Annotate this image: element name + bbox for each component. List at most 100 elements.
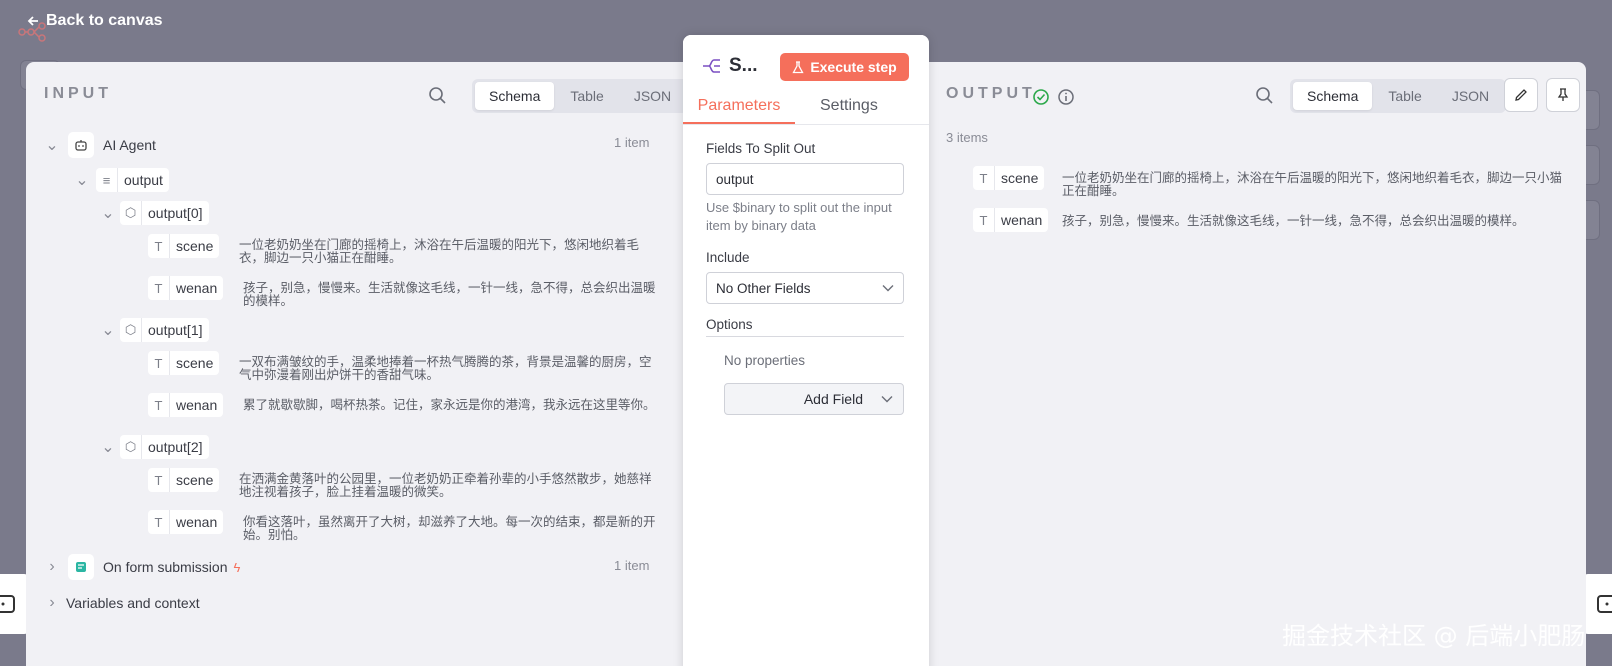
pin-data-button[interactable] — [1546, 78, 1580, 112]
tree-node-variables[interactable]: › Variables and context — [46, 594, 199, 611]
execute-step-label: Execute step — [810, 59, 897, 75]
tree-node-ai-agent[interactable]: ⌄ AI Agent — [45, 132, 156, 158]
field-value: 一位老奶奶坐在门廊的摇椅上，沐浴在午后温暖的阳光下，悠闲地织着毛衣，脚边一只小猫… — [239, 238, 640, 265]
cube-icon: ⬡ — [120, 435, 142, 459]
fields-to-split-label: Fields To Split Out — [706, 141, 816, 156]
text-type-icon: T — [148, 468, 170, 492]
chevron-right-icon[interactable]: › — [46, 558, 58, 575]
field-name: wenan — [1001, 212, 1043, 228]
input-tab-table[interactable]: Table — [556, 82, 617, 110]
item-count: 1 item — [614, 558, 650, 573]
robot-icon — [68, 132, 94, 158]
chevron-down-icon[interactable]: ⌄ — [45, 137, 58, 154]
tree-field-output[interactable]: ⌄ ≡ output — [75, 168, 169, 192]
input-tab-json[interactable]: JSON — [620, 82, 685, 110]
tree-field-wenan[interactable]: Twenan — [148, 510, 224, 534]
flask-icon — [792, 60, 804, 73]
output-tab-table[interactable]: Table — [1374, 82, 1435, 110]
output-field-scene[interactable]: Tscene — [973, 166, 1045, 190]
tree-node-on-form-submission[interactable]: › On form submission ϟ — [46, 554, 240, 580]
lightning-icon: ϟ — [233, 559, 241, 575]
text-type-icon: T — [148, 351, 170, 375]
field-name: wenan — [176, 514, 218, 530]
field-value: 在洒满金黄落叶的公园里，一位老奶奶正牵着孙辈的小手悠然散步，她慈祥地注视着孩子，… — [239, 472, 652, 499]
text-type-icon: T — [973, 166, 995, 190]
pin-icon — [1557, 88, 1569, 101]
tree-field-scene[interactable]: Tscene — [148, 234, 220, 258]
success-check-icon — [1033, 89, 1049, 105]
output-view-switcher: Schema Table JSON — [1290, 79, 1507, 113]
text-type-icon: T — [973, 208, 995, 232]
field-name: scene — [176, 472, 214, 488]
chevron-down-icon[interactable]: ⌄ — [75, 172, 88, 189]
tree-field-output-1[interactable]: ⌄ ⬡ output[1] — [101, 318, 209, 342]
list-icon: ≡ — [96, 168, 118, 192]
field-pill: Tscene — [148, 468, 220, 492]
node-title[interactable]: S... — [729, 55, 758, 77]
no-properties-text: No properties — [724, 353, 806, 368]
cube-icon: ⬡ — [120, 201, 142, 225]
field-value: 孩子，别急，慢慢来。生活就像这毛线，一针一线，急不得，总会织出温暖的模样。 — [1062, 214, 1525, 228]
info-icon[interactable] — [1056, 87, 1076, 107]
tree-field-wenan[interactable]: Twenan — [148, 393, 224, 417]
input-panel: INPUT Schema Table JSON ⌄ AI Agent 1 ite… — [26, 62, 689, 666]
fields-to-split-input[interactable]: output — [706, 163, 904, 195]
include-select[interactable]: No Other Fields — [706, 272, 904, 304]
output-tab-schema[interactable]: Schema — [1293, 82, 1373, 110]
edit-output-button[interactable] — [1504, 78, 1538, 112]
output-field-wenan[interactable]: Twenan — [973, 208, 1049, 232]
field-name: scene — [176, 238, 214, 254]
execute-step-button[interactable]: Execute step — [780, 53, 909, 81]
field-pill: ⬡ output[1] — [120, 318, 209, 342]
output-tab-json[interactable]: JSON — [1438, 82, 1503, 110]
tree-node-label: On form submission — [103, 559, 228, 575]
options-divider — [706, 336, 904, 337]
field-name: output[1] — [148, 322, 203, 338]
search-icon[interactable] — [428, 86, 448, 106]
field-value: 累了就歇歇脚，喝杯热茶。记住，家永远是你的港湾，我永远在这里等你。 — [243, 398, 656, 412]
input-tab-schema[interactable]: Schema — [475, 82, 555, 110]
chevron-down-icon[interactable]: ⌄ — [101, 439, 114, 456]
add-field-button[interactable]: Add Field — [724, 383, 904, 415]
fields-hint: Use $binary to split out the input item … — [706, 200, 892, 233]
robot-icon — [1597, 595, 1612, 613]
tree-field-scene[interactable]: Tscene — [148, 351, 220, 375]
field-pill: Twenan — [148, 510, 224, 534]
fields-to-split-value: output — [716, 171, 754, 187]
tree-field-wenan[interactable]: Twenan — [148, 276, 224, 300]
node-parameters-body: Fields To Split Out output Use $binary t… — [683, 124, 929, 666]
text-type-icon: T — [148, 510, 170, 534]
chevron-right-icon[interactable]: › — [46, 594, 58, 611]
input-view-switcher: Schema Table JSON — [472, 79, 689, 113]
node-header: S... Execute step Parameters Settings — [683, 35, 929, 124]
field-name: output[2] — [148, 439, 203, 455]
field-pill: Tscene — [148, 351, 220, 375]
back-to-canvas-link[interactable]: Back to canvas — [26, 12, 163, 30]
field-pill: Twenan — [973, 208, 1049, 232]
tab-settings[interactable]: Settings — [820, 97, 878, 115]
options-label: Options — [706, 317, 753, 332]
tree-field-output-2[interactable]: ⌄ ⬡ output[2] — [101, 435, 209, 459]
tree-field-output-0[interactable]: ⌄ ⬡ output[0] — [101, 201, 209, 225]
arrow-left-icon — [27, 16, 38, 26]
output-item-count: 3 items — [946, 130, 988, 145]
tab-parameters[interactable]: Parameters — [683, 97, 795, 115]
tree-node-label: AI Agent — [103, 137, 156, 153]
pencil-icon — [1515, 89, 1527, 101]
item-count: 1 item — [614, 135, 650, 150]
split-out-icon — [703, 59, 720, 73]
text-type-icon: T — [148, 393, 170, 417]
field-pill: Tscene — [148, 234, 220, 258]
field-pill: ⬡ output[0] — [120, 201, 209, 225]
side-robot-node[interactable] — [1582, 574, 1612, 634]
field-value: 你看这落叶，虽然离开了大树，却滋养了大地。每一次的结束，都是新的开始。别怕。 — [243, 515, 656, 542]
chevron-down-icon[interactable]: ⌄ — [101, 322, 114, 339]
field-value: 孩子，别急，慢慢来。生活就像这毛线，一针一线，急不得，总会织出温暖的模样。 — [243, 281, 656, 308]
tree-field-scene[interactable]: Tscene — [148, 468, 220, 492]
search-icon[interactable] — [1255, 86, 1275, 106]
include-value: No Other Fields — [716, 280, 811, 296]
cube-icon: ⬡ — [120, 318, 142, 342]
field-pill: Twenan — [148, 276, 224, 300]
chevron-down-icon[interactable]: ⌄ — [101, 205, 114, 222]
add-field-label: Add Field — [803, 391, 863, 407]
